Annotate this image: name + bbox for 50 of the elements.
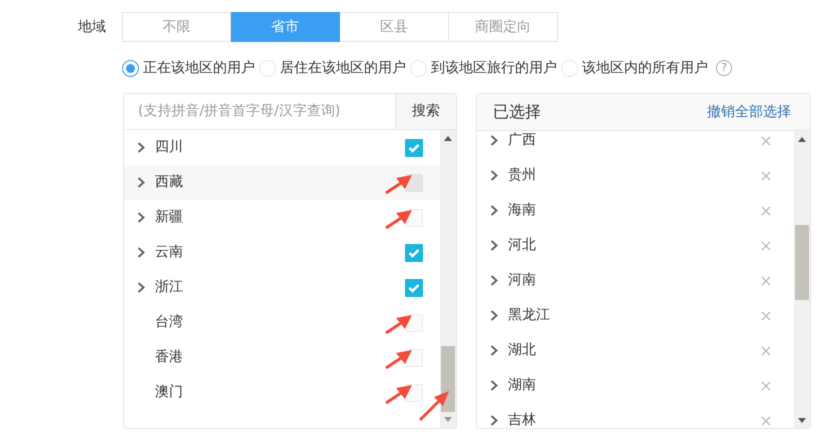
audience-radio[interactable]: 居住在该地区的用户	[259, 58, 406, 78]
province-name[interactable]: 台湾	[155, 312, 183, 333]
scroll-down-icon	[798, 418, 806, 423]
close-icon[interactable]	[761, 380, 771, 390]
selected-province[interactable]: 广西	[508, 131, 536, 151]
province-name[interactable]: 云南	[155, 242, 183, 263]
province-name[interactable]: 浙江	[155, 277, 183, 298]
panel-title: 已选择	[493, 101, 541, 123]
close-icon[interactable]	[761, 346, 771, 356]
close-icon[interactable]	[761, 310, 771, 320]
selected-province[interactable]: 贵州	[508, 165, 536, 186]
selected-province[interactable]: 吉林	[508, 410, 536, 428]
scroll-up-icon	[798, 137, 806, 142]
scrollbar[interactable]	[440, 130, 456, 428]
close-icon[interactable]	[761, 240, 771, 250]
selected-province[interactable]: 海南	[508, 200, 536, 221]
radio-circle[interactable]	[122, 60, 139, 76]
close-icon[interactable]	[761, 276, 771, 286]
audience-radio[interactable]: 到该地区旅行的用户	[410, 58, 557, 78]
scroll-up-icon	[444, 136, 452, 141]
scroll-thumb[interactable]	[441, 346, 455, 412]
province-name[interactable]: 西藏	[155, 172, 183, 193]
selected-province[interactable]: 湖南	[508, 375, 536, 396]
search-button[interactable]: 搜索	[395, 94, 456, 129]
audience-radio[interactable]: 该地区内的所有用户	[561, 58, 708, 78]
selected-province[interactable]: 黑龙江	[508, 305, 550, 326]
selected-province[interactable]: 河南	[508, 270, 536, 291]
checkbox[interactable]	[405, 244, 423, 262]
selected-province[interactable]: 河北	[508, 235, 536, 256]
province-name[interactable]: 四川	[155, 137, 183, 158]
province-name[interactable]: 新疆	[155, 207, 183, 228]
clear-all-link[interactable]: 撤销全部选择	[707, 102, 791, 122]
checkbox[interactable]	[405, 138, 423, 156]
check-icon	[408, 142, 420, 152]
close-icon[interactable]	[761, 170, 771, 180]
selected-province[interactable]: 湖北	[508, 340, 536, 361]
province-name[interactable]: 香港	[155, 347, 183, 368]
close-icon[interactable]	[761, 416, 771, 426]
check-icon	[408, 282, 420, 292]
audience-radio[interactable]: 正在该地区的用户	[122, 58, 255, 78]
list-row-highlight[interactable]: 西藏	[124, 165, 440, 200]
scrollbar[interactable]	[794, 131, 810, 428]
close-icon[interactable]	[761, 136, 771, 146]
checkbox[interactable]	[405, 278, 423, 296]
close-icon[interactable]	[761, 206, 771, 216]
check-icon	[408, 248, 420, 258]
field-label: 地域	[77, 18, 107, 37]
province-name[interactable]: 澳门	[155, 382, 183, 403]
scroll-down-icon	[444, 417, 452, 422]
scroll-thumb[interactable]	[795, 225, 809, 300]
